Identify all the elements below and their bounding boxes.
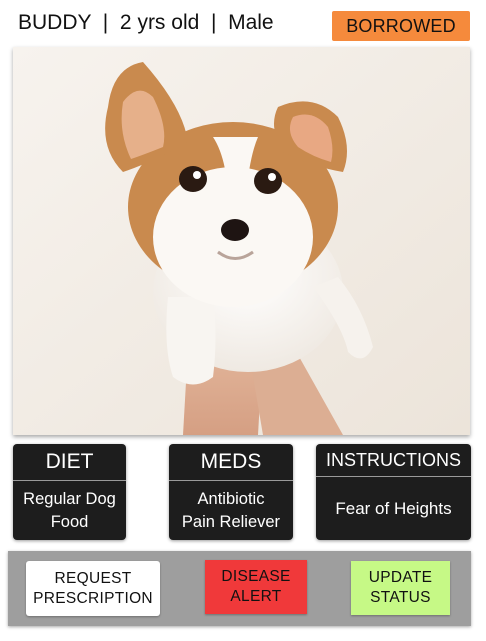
instructions-card-body: Fear of Heights	[335, 499, 452, 518]
meds-card: MEDS Antibiotic Pain Reliever	[169, 444, 293, 540]
puppy-photo	[13, 47, 470, 435]
diet-card-body: Regular Dog Food	[23, 489, 116, 531]
meds-card-title: MEDS	[200, 450, 262, 473]
instructions-card: INSTRUCTIONS Fear of Heights	[316, 444, 471, 540]
pet-photo	[13, 47, 470, 435]
instructions-card-title: INSTRUCTIONS	[326, 449, 461, 470]
disease-alert-button[interactable]: DISEASE ALERT	[205, 560, 307, 614]
pet-info: BUDDY | 2 yrs old | Male	[18, 11, 274, 34]
meds-card-body: Antibiotic Pain Reliever	[181, 489, 281, 531]
status-badge: BORROWED	[332, 11, 470, 41]
header: BUDDY | 2 yrs old | Male BORROWED	[0, 0, 486, 46]
action-bar: REQUEST PRESCRIPTION DISEASE ALERT UPDAT…	[8, 551, 471, 626]
diet-card: DIET Regular Dog Food	[13, 444, 126, 540]
request-prescription-button[interactable]: REQUEST PRESCRIPTION	[26, 561, 160, 616]
update-status-button[interactable]: UPDATE STATUS	[351, 561, 450, 615]
diet-card-title: DIET	[45, 450, 94, 473]
